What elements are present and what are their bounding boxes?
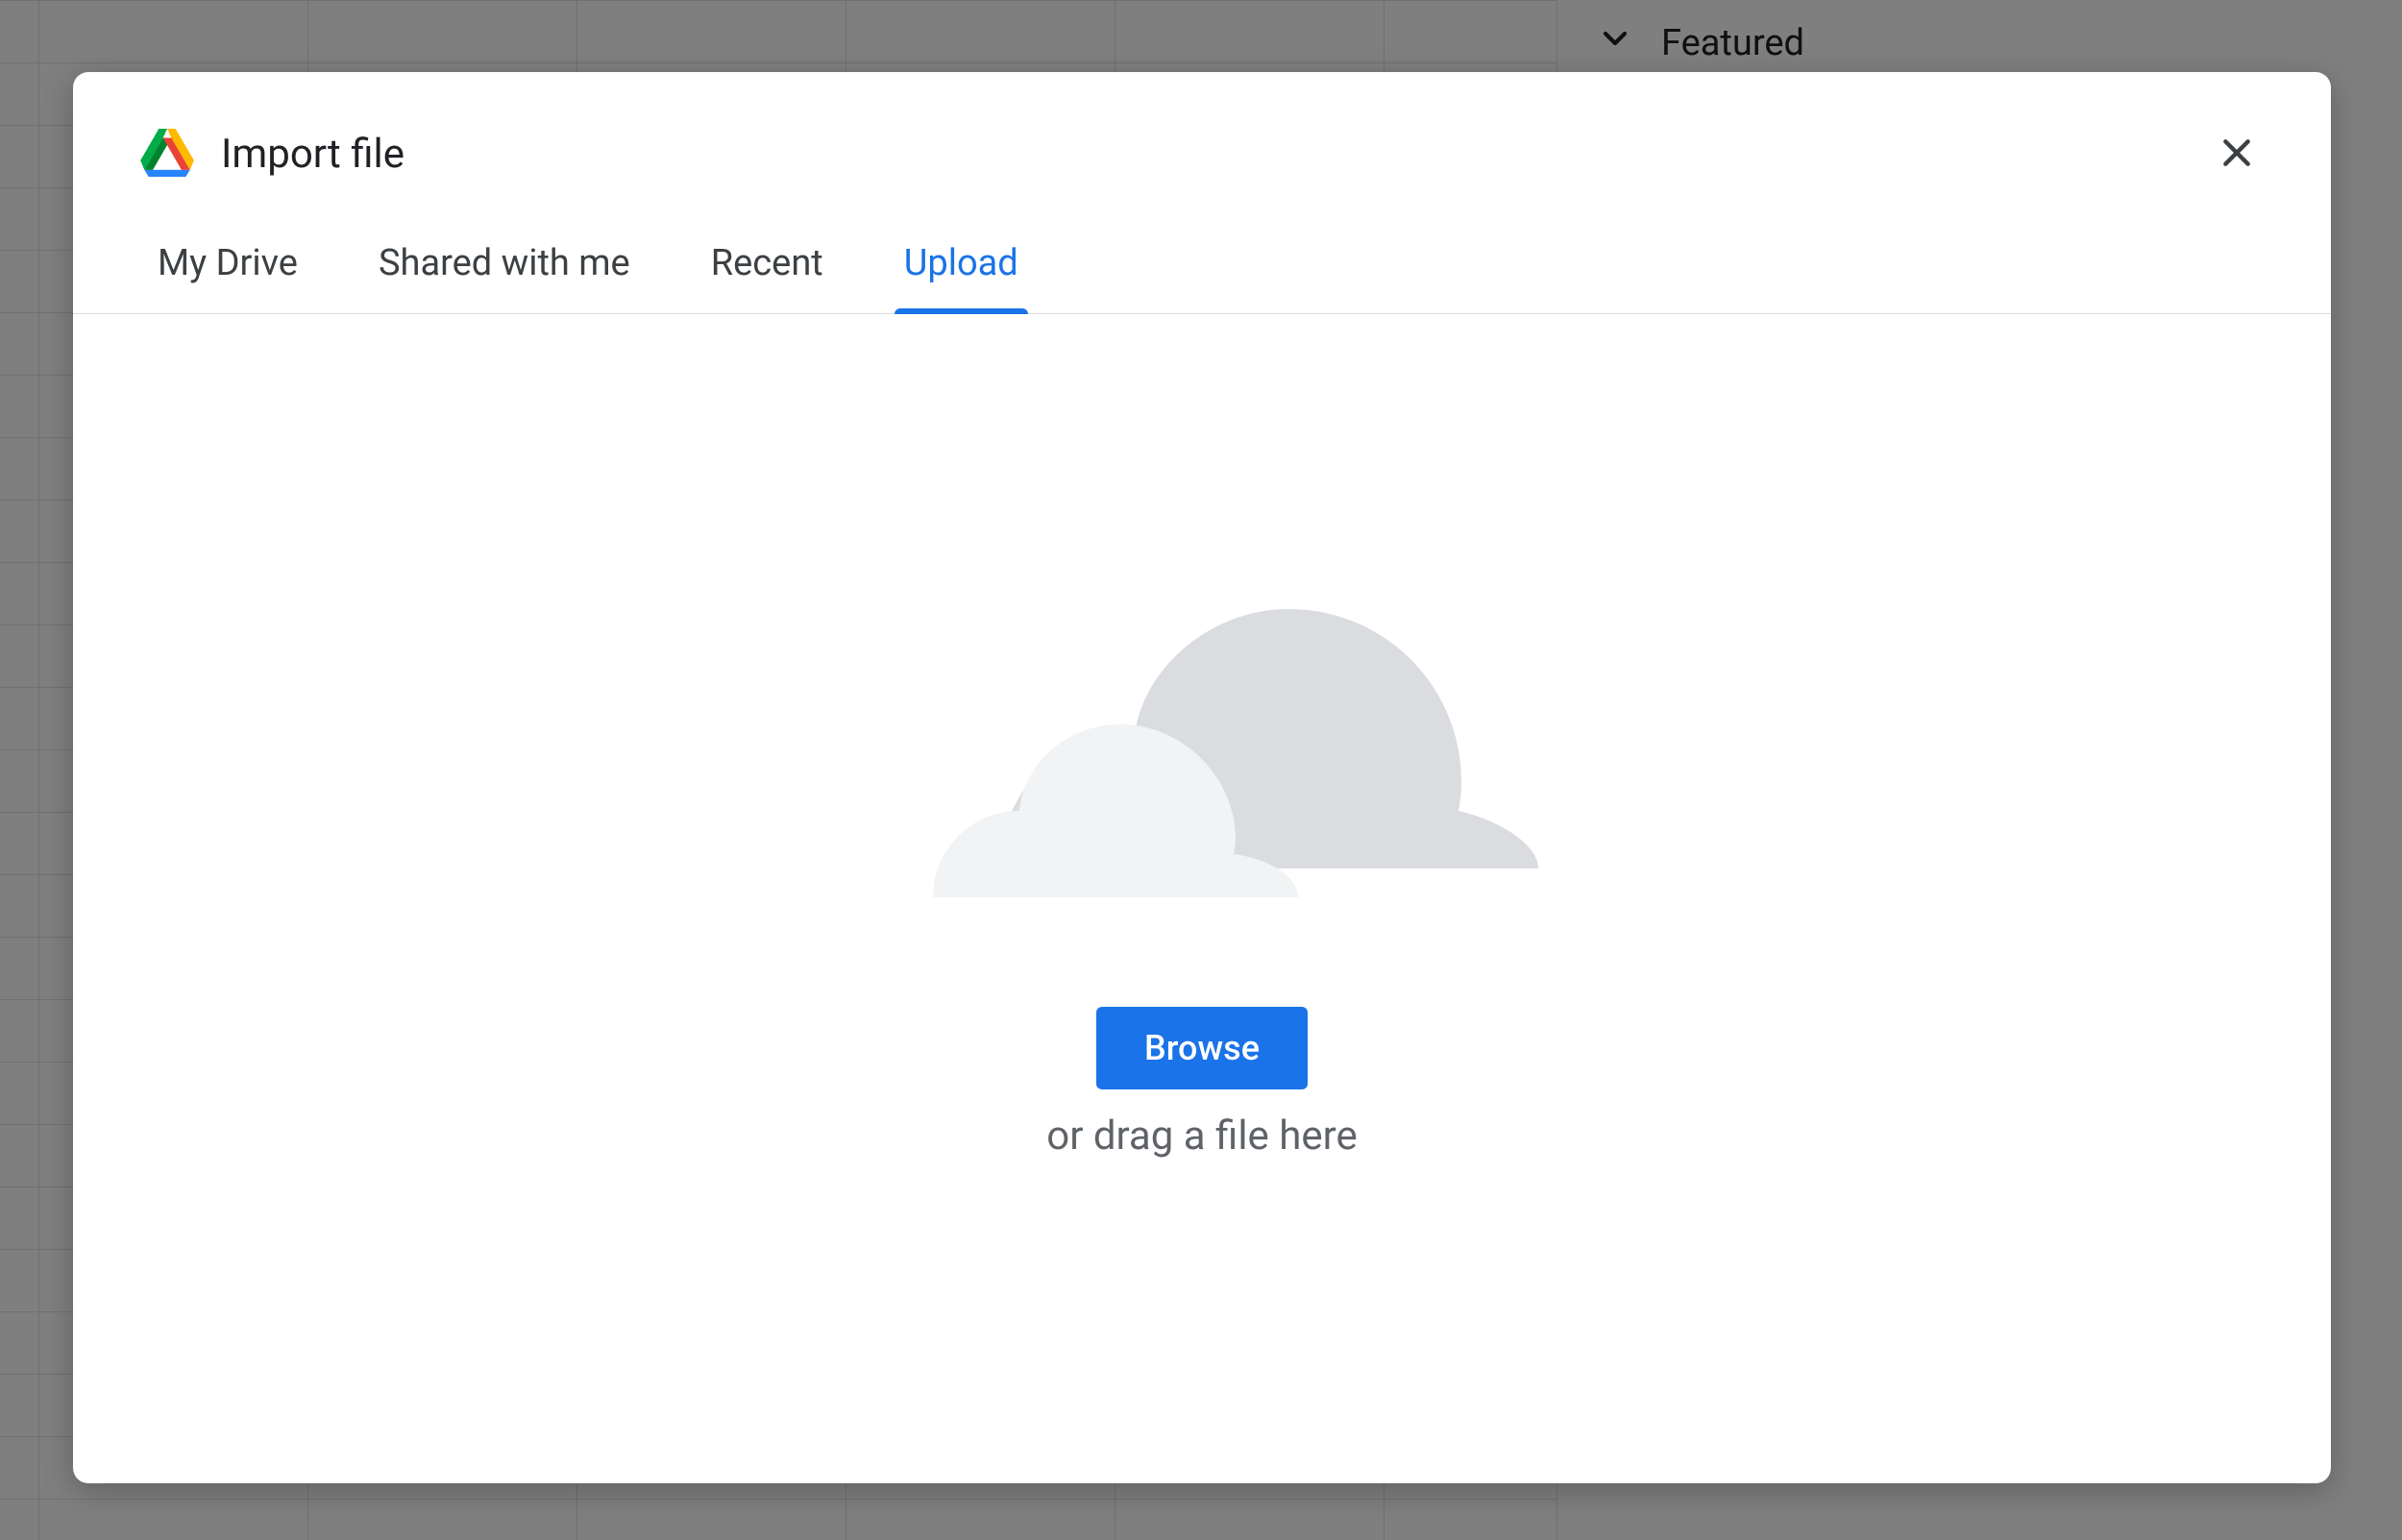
tab-my-drive[interactable]: My Drive	[140, 217, 315, 313]
close-button[interactable]	[2210, 126, 2264, 183]
close-icon	[2218, 134, 2256, 175]
drag-hint-text: or drag a file here	[1046, 1112, 1358, 1160]
dialog-title: Import file	[221, 131, 404, 178]
browse-button[interactable]: Browse	[1096, 1007, 1308, 1089]
import-file-dialog: Import file My Drive Shared with me Rece…	[73, 72, 2331, 1483]
tab-shared-with-me[interactable]: Shared with me	[361, 217, 648, 313]
dialog-header: Import file	[73, 72, 2331, 217]
tabs: My Drive Shared with me Recent Upload	[73, 217, 2331, 314]
cloud-illustration-icon	[866, 561, 1538, 930]
google-drive-icon	[140, 129, 194, 181]
dialog-title-wrap: Import file	[140, 129, 404, 181]
upload-drop-area[interactable]: Browse or drag a file here	[73, 314, 2331, 1483]
tab-upload[interactable]: Upload	[887, 217, 1036, 313]
tab-recent[interactable]: Recent	[694, 217, 841, 313]
